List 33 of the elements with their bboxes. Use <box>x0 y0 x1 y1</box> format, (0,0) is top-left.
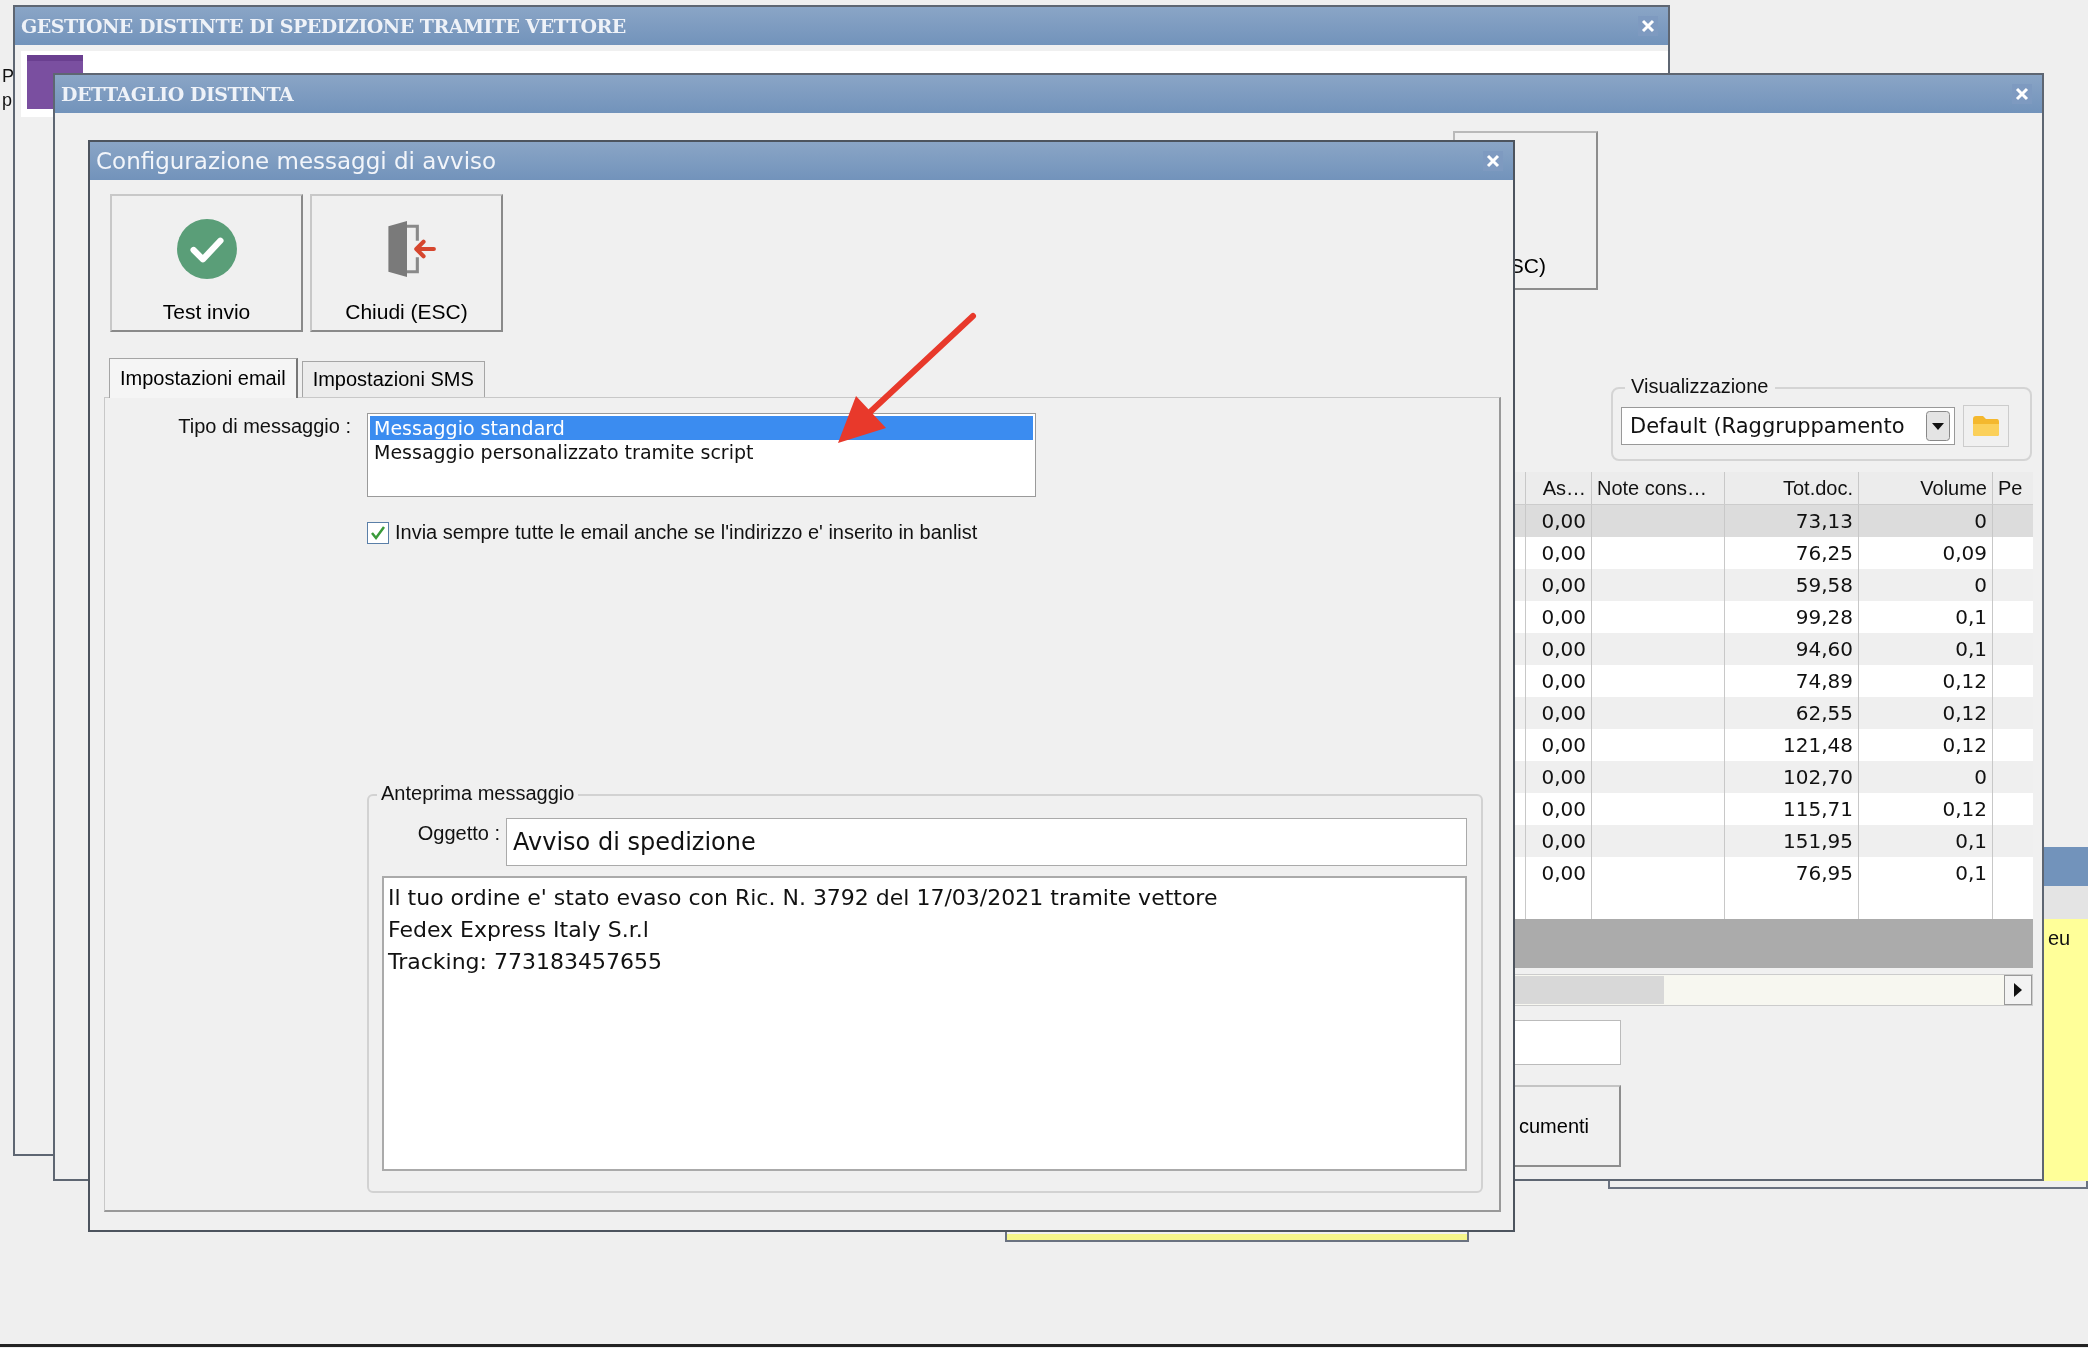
column-header[interactable]: Pe <box>1993 472 2033 504</box>
window-title: GESTIONE DISTINTE DI SPEDIZIONE TRAMITE VETTORE <box>21 15 626 37</box>
partial-letter: p <box>2 90 12 111</box>
note-text: eu <box>2048 927 2071 949</box>
dialog-title: Configurazione messaggi di avviso <box>96 148 497 174</box>
window-title: DETTAGLIO DISTINTA <box>61 83 294 105</box>
column-header[interactable]: Tot.doc. <box>1725 472 1859 504</box>
partial-letter: P <box>2 66 14 87</box>
list-item[interactable]: Messaggio personalizzato tramite script <box>370 440 1033 464</box>
field-label: Tipo di messaggio : <box>177 414 352 438</box>
close-icon[interactable] <box>1638 16 1658 36</box>
window-titlebar <box>2044 847 2088 886</box>
message-body-field[interactable]: Il tuo ordine e' stato evaso con Ric. N. 3792 del 17/03/2021 tramite vettore Fedex Express Italy S.r.l Tracking: 773183457655 <box>382 876 1467 1171</box>
checkbox-label[interactable]: Invia sempre tutte le email anche se l'indirizzo e' inserito in banlist <box>395 521 978 544</box>
checkmark-icon <box>175 218 238 280</box>
group-legend: Anteprima messaggio <box>377 782 579 805</box>
scroll-right-icon[interactable] <box>2004 975 2032 1005</box>
test-send-button[interactable]: Test invio <box>110 194 303 332</box>
checkbox[interactable] <box>367 521 389 544</box>
view-dropdown[interactable]: Default (Raggruppamento <box>1621 407 1955 445</box>
close-icon[interactable] <box>2012 84 2032 104</box>
folder-icon <box>1971 414 2001 438</box>
column-header[interactable]: Note cons… <box>1592 472 1725 504</box>
message-type-list[interactable]: Messaggio standard Messaggio personalizzato tramite script <box>367 413 1036 497</box>
folder-button[interactable] <box>1963 405 2009 447</box>
field-label: Oggetto : <box>416 821 501 845</box>
column-header[interactable]: As… <box>1526 472 1592 504</box>
tab[interactable]: Impostazioni SMS <box>301 361 485 397</box>
column-header[interactable]: Volume <box>1859 472 1993 504</box>
subject-field[interactable]: Avviso di spedizione <box>506 818 1467 866</box>
close-button[interactable]: Chiudi (ESC) <box>310 194 503 332</box>
close-icon[interactable] <box>1483 151 1503 171</box>
tab[interactable]: Impostazioni email <box>109 358 298 398</box>
